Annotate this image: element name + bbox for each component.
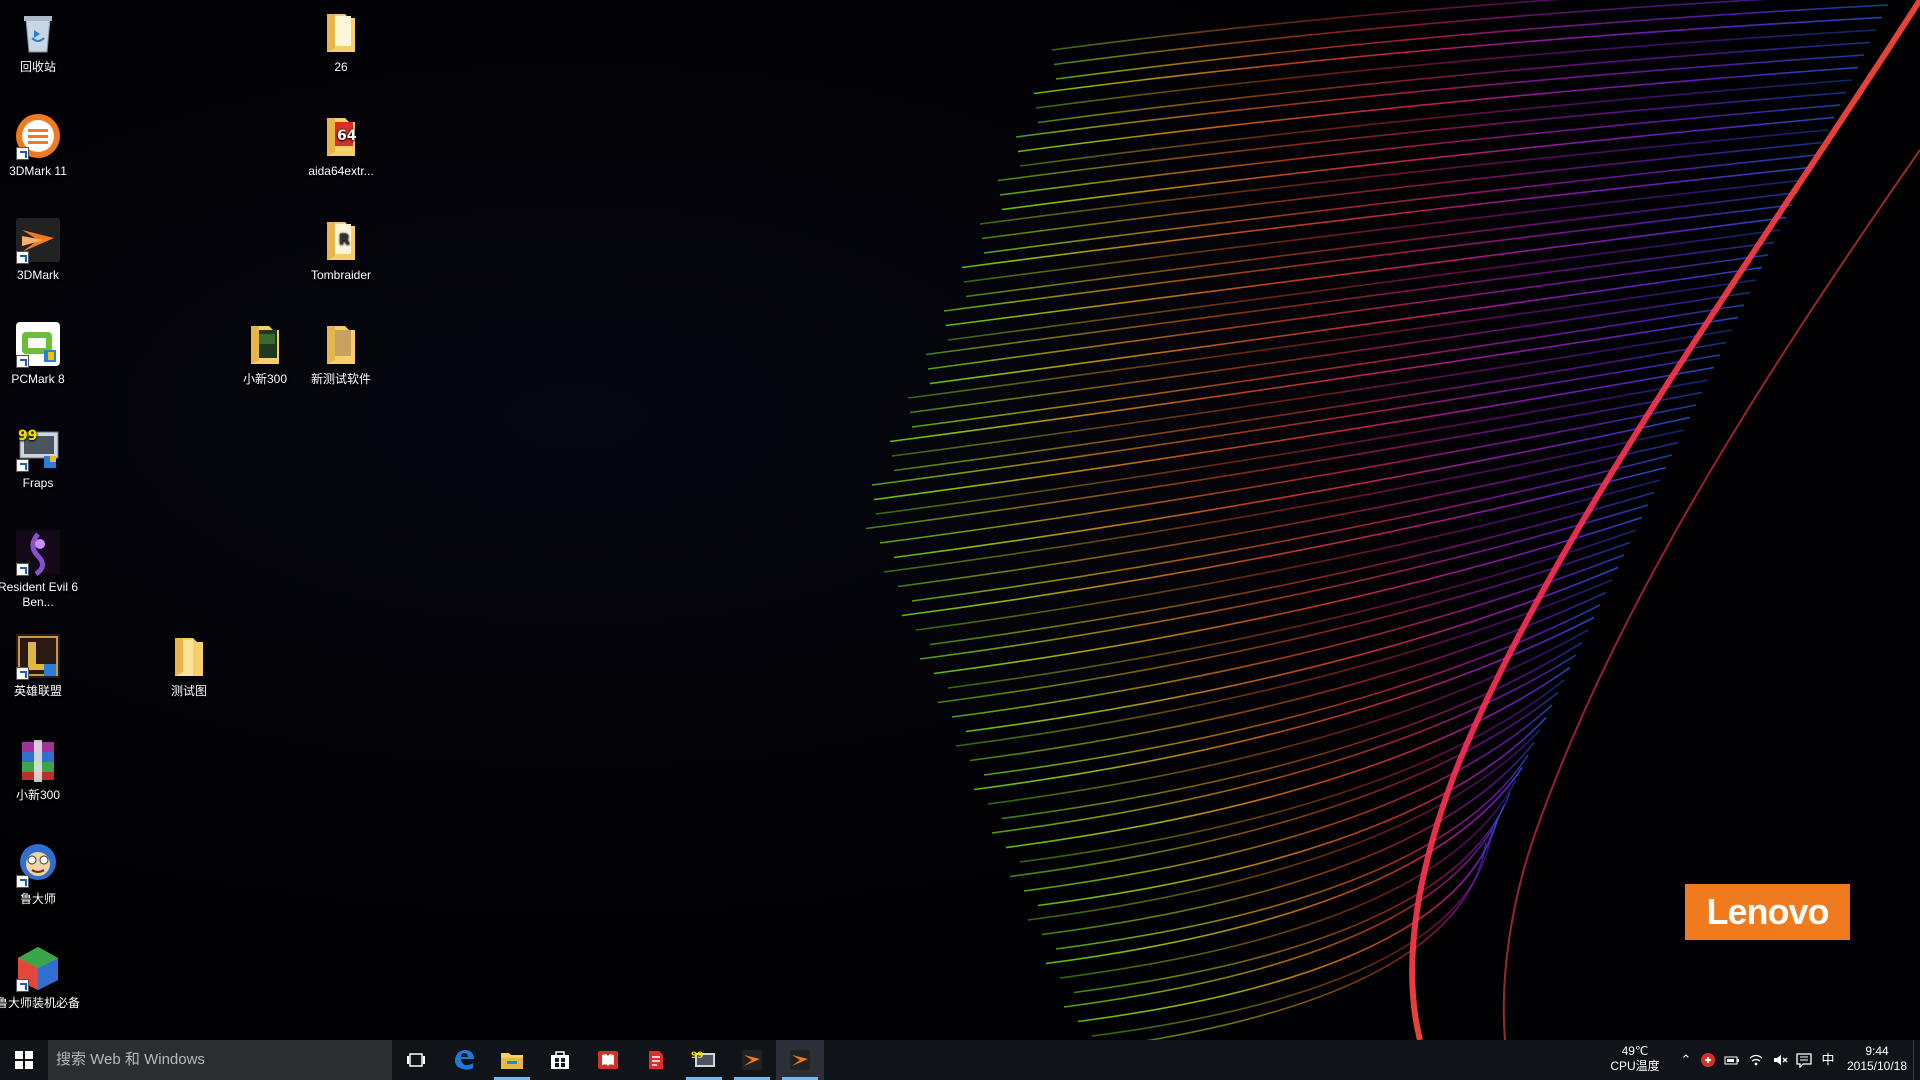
icon-label: aida64extr... (308, 164, 374, 178)
taskbar-edge[interactable] (440, 1040, 488, 1080)
taskbar-store[interactable] (536, 1040, 584, 1080)
desktop-icon-folder-test-images[interactable]: 测试图 (144, 624, 234, 699)
shortcut-arrow-icon (16, 875, 29, 888)
icon-label: Resident Evil 6 Ben... (0, 580, 79, 609)
folder-icon: R (317, 216, 365, 264)
league-of-legends-icon (14, 632, 62, 680)
edge-icon (455, 1050, 474, 1070)
start-button[interactable] (0, 1040, 48, 1080)
icon-label: 回收站 (19, 60, 56, 74)
clock-time: 9:44 (1865, 1044, 1889, 1058)
reader-icon (598, 1051, 618, 1069)
task-view-button[interactable] (392, 1040, 440, 1080)
clock[interactable]: 9:44 2015/10/18 (1840, 1044, 1914, 1074)
desktop-icon-3dmark[interactable]: 3DMark (0, 208, 83, 283)
antivirus-tray-icon[interactable] (1700, 1052, 1716, 1068)
taskbar-red-app[interactable] (632, 1040, 680, 1080)
folder-icon: 64 (317, 112, 365, 160)
desktop-icon-recycle-bin[interactable]: 回收站 (0, 0, 83, 75)
icon-label: 鲁大师装机必备 (0, 996, 80, 1010)
task-view-icon (407, 1053, 425, 1067)
clock-date: 2015/10/18 (1846, 1059, 1908, 1073)
desktop-icon-ludashi[interactable]: 鲁大师 (0, 832, 83, 907)
icon-label: 英雄联盟 (13, 684, 62, 698)
svg-text:64: 64 (337, 128, 357, 144)
folder-icon (317, 8, 365, 56)
desktop-icon-folder-tombraider[interactable]: R Tombraider (296, 208, 386, 283)
desktop-icon-fraps[interactable]: 99 Fraps (0, 416, 83, 491)
desktop-icon-folder-aida64[interactable]: 64 aida64extr... (296, 104, 386, 179)
shortcut-arrow-icon (16, 147, 29, 160)
icon-label: 测试图 (170, 684, 207, 698)
desktop-icon-3dmark11[interactable]: 3DMark 11 (0, 104, 83, 179)
shortcut-arrow-icon (16, 979, 29, 992)
file-explorer-icon (501, 1053, 523, 1069)
shortcut-arrow-icon (16, 563, 29, 576)
icon-label: PCMark 8 (11, 372, 65, 386)
shortcut-arrow-icon (16, 459, 29, 472)
desktop-icon-league-of-legends[interactable]: 英雄联盟 (0, 624, 83, 699)
folder-icon (241, 320, 289, 368)
taskbar: 搜索 Web 和 Windows 99 49℃ CPU温度 ⌃ 中 9:44 2… (0, 1040, 1920, 1080)
cpu-temp-value: 49℃ (1621, 1044, 1649, 1058)
winrar-icon (14, 736, 62, 784)
red-app-icon (649, 1051, 663, 1069)
icon-label: 3DMark 11 (9, 164, 67, 178)
desktop-icon-resident-evil[interactable]: Resident Evil 6 Ben... (0, 520, 83, 610)
taskbar-3dmark[interactable] (728, 1040, 776, 1080)
store-icon (551, 1051, 569, 1069)
icon-label: 鲁大师 (19, 892, 56, 906)
icon-label: Fraps (22, 476, 54, 490)
pcmark8-icon (14, 320, 62, 368)
shortcut-arrow-icon (16, 355, 29, 368)
svg-text:99: 99 (691, 1051, 704, 1061)
svg-text:R: R (339, 232, 350, 248)
icon-label: 3DMark (16, 268, 59, 282)
fraps-icon: 99 (14, 424, 62, 472)
wallpaper-feather (865, 0, 1920, 1040)
icon-label: Tombraider (310, 268, 372, 282)
3dmark-icon (790, 1050, 810, 1070)
desktop-icon-ludashi-install[interactable]: 鲁大师装机必备 (0, 936, 83, 1011)
shortcut-arrow-icon (16, 667, 29, 680)
svg-text:99: 99 (18, 428, 37, 444)
folder-icon (165, 632, 213, 680)
3dmark-icon (14, 216, 62, 264)
icon-label: 26 (334, 60, 348, 74)
cpu-temperature-widget[interactable]: 49℃ CPU温度 (1605, 1044, 1665, 1074)
desktop[interactable]: Lenovo 回收站 3DMark 11 3DMark PCMark 8 99 (0, 0, 1920, 1040)
show-desktop-button[interactable] (1913, 1040, 1920, 1080)
fraps-icon: 99 (691, 1051, 715, 1067)
taskbar-3dmark-active[interactable] (776, 1040, 824, 1080)
icon-label: 小新300 (15, 788, 61, 802)
desktop-icon-folder-26[interactable]: 26 (296, 0, 386, 75)
desktop-icon-winrar[interactable]: 小新300 (0, 728, 83, 803)
volume-muted-icon[interactable] (1772, 1052, 1788, 1068)
3dmark-icon (742, 1050, 762, 1070)
shortcut-arrow-icon (16, 251, 29, 264)
search-box[interactable]: 搜索 Web 和 Windows (48, 1040, 392, 1080)
ime-indicator[interactable]: 中 (1820, 1052, 1836, 1068)
search-placeholder: 搜索 Web 和 Windows (56, 1051, 205, 1068)
action-center-icon[interactable] (1796, 1052, 1812, 1069)
recycle-bin-icon (14, 8, 62, 56)
folder-icon (317, 320, 365, 368)
wifi-icon[interactable] (1748, 1052, 1764, 1068)
lenovo-logo: Lenovo (1685, 884, 1850, 940)
taskbar-reader[interactable] (584, 1040, 632, 1080)
3dmark11-icon (14, 112, 62, 160)
resident-evil-icon (14, 528, 62, 576)
battery-icon[interactable] (1724, 1052, 1740, 1068)
cpu-temp-label: CPU温度 (1610, 1059, 1660, 1073)
show-hidden-icons-chevron-up-icon[interactable]: ⌃ (1678, 1052, 1694, 1068)
windows-logo-icon (15, 1051, 33, 1069)
taskbar-file-explorer[interactable] (488, 1040, 536, 1080)
desktop-icon-folder-new-test-software[interactable]: 新测试软件 (296, 312, 386, 387)
desktop-icon-pcmark8[interactable]: PCMark 8 (0, 312, 83, 387)
taskbar-fraps[interactable]: 99 (680, 1040, 728, 1080)
ludashi-icon (14, 840, 62, 888)
icon-label: 新测试软件 (310, 372, 371, 386)
ludashi-install-icon (14, 944, 62, 992)
